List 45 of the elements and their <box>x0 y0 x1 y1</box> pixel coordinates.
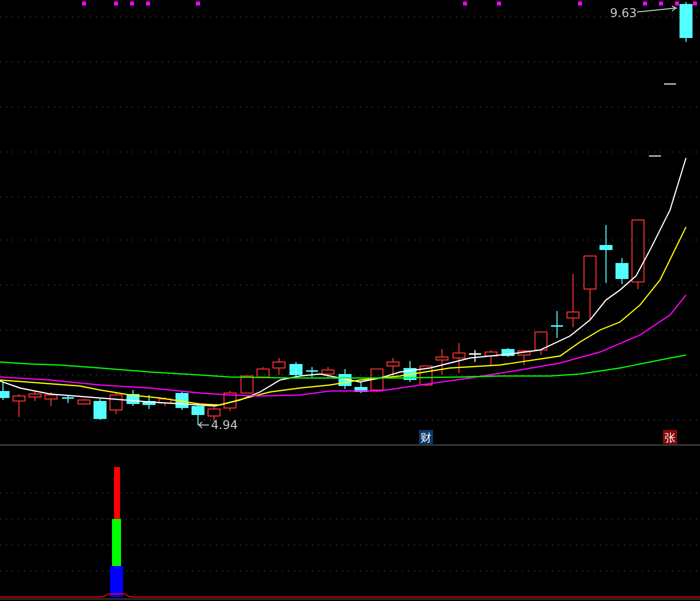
candlestick <box>452 342 466 374</box>
candlestick <box>632 220 644 290</box>
low-price-label: 4.94 <box>211 418 238 432</box>
candlestick <box>469 350 481 362</box>
candlestick <box>322 366 334 378</box>
candlestick <box>272 358 286 376</box>
candlestick <box>680 2 692 42</box>
candlestick <box>256 366 270 378</box>
candlestick <box>94 398 106 420</box>
candlestick <box>551 310 563 338</box>
candlestick <box>616 258 628 284</box>
event-tag[interactable]: 财 <box>419 430 433 444</box>
candlestick <box>126 390 140 406</box>
candlestick <box>110 392 122 414</box>
candlestick <box>386 358 400 376</box>
candlestick <box>224 390 236 412</box>
candlestick <box>354 382 368 394</box>
candlestick <box>370 368 384 392</box>
candlestick <box>240 376 254 394</box>
leader-line <box>198 422 210 428</box>
candlestick <box>404 360 416 382</box>
candlestick <box>208 406 220 422</box>
candlestick <box>290 362 302 378</box>
leader-line <box>636 6 678 12</box>
candlestick <box>28 390 42 402</box>
candlestick <box>78 398 90 404</box>
candlestick <box>12 394 26 418</box>
candlestick <box>600 224 612 284</box>
candlestick <box>142 394 156 410</box>
candlestick <box>518 350 530 366</box>
candlestick <box>0 382 10 400</box>
high-price-label: 9.63 <box>610 6 637 20</box>
candlestick <box>62 394 74 404</box>
candlestick <box>158 396 172 406</box>
candlestick <box>420 366 432 386</box>
event-tag[interactable]: 张 <box>663 430 677 444</box>
candlestick <box>584 256 596 320</box>
candlestick <box>436 348 448 376</box>
candlestick <box>534 332 548 356</box>
candlestick <box>484 350 498 366</box>
candlestick <box>306 366 318 378</box>
candlestick <box>192 404 204 426</box>
candlestick <box>44 392 58 406</box>
candlestick <box>566 274 580 328</box>
candlestick <box>338 368 352 390</box>
